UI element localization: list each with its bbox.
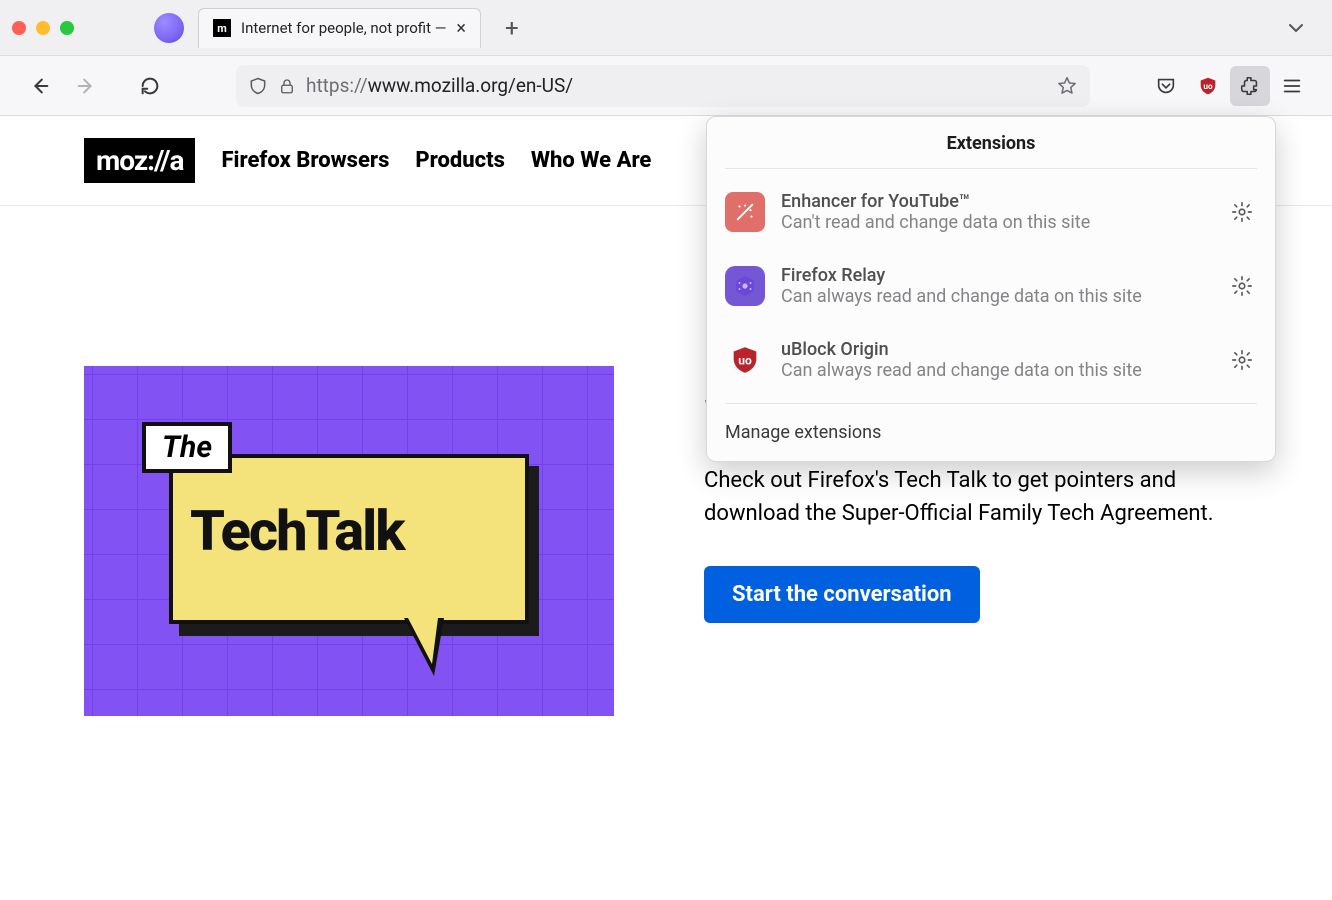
url-text: https://www.mozilla.org/en-US/	[306, 74, 573, 97]
app-menu-button[interactable]	[1272, 66, 1312, 106]
extension-row[interactable]: uo uBlock Origin Can always read and cha…	[725, 323, 1257, 397]
extension-row[interactable]: Firefox Relay Can always read and change…	[725, 249, 1257, 323]
lock-icon[interactable]	[278, 76, 296, 96]
svg-text:uo: uo	[738, 353, 752, 367]
bookmark-star-button[interactable]	[1056, 75, 1078, 97]
manage-extensions-link[interactable]: Manage extensions	[707, 404, 1275, 461]
extension-name: uBlock Origin	[781, 339, 1211, 360]
address-bar[interactable]: https://www.mozilla.org/en-US/	[236, 65, 1090, 107]
popover-title: Extensions	[725, 117, 1257, 169]
illustration-badge: The	[142, 422, 232, 473]
hero-cta-button[interactable]: Start the conversation	[704, 566, 980, 623]
extension-icon-ublock: uo	[725, 340, 765, 380]
forward-button[interactable]	[66, 66, 106, 106]
extension-icon-youtube	[725, 192, 765, 232]
extension-settings-button[interactable]	[1227, 345, 1257, 375]
nav-firefox-browsers[interactable]: Firefox Browsers	[221, 148, 389, 173]
extension-name: Enhancer for YouTube™	[781, 191, 1211, 212]
extension-row[interactable]: Enhancer for YouTube™ Can't read and cha…	[725, 175, 1257, 249]
tracking-protection-icon[interactable]	[248, 75, 268, 97]
reload-button[interactable]	[130, 66, 170, 106]
nav-who-we-are[interactable]: Who We Are	[531, 148, 652, 173]
tabs-overflow-button[interactable]	[1286, 18, 1320, 38]
mozilla-logo[interactable]: moz://a	[84, 138, 195, 183]
hero-body: Check out Firefox's Tech Talk to get poi…	[704, 464, 1234, 530]
window-title-bar: m Internet for people, not profit — × +	[0, 0, 1332, 56]
firefox-profile-icon[interactable]	[154, 13, 184, 43]
window-zoom-button[interactable]	[60, 21, 74, 35]
new-tab-button[interactable]: +	[505, 14, 519, 42]
tab-close-button[interactable]: ×	[456, 18, 466, 39]
extension-name: Firefox Relay	[781, 265, 1211, 286]
extension-settings-button[interactable]	[1227, 197, 1257, 227]
svg-text:uo: uo	[1203, 81, 1213, 91]
browser-tab[interactable]: m Internet for people, not profit — ×	[198, 8, 481, 48]
back-button[interactable]	[20, 66, 60, 106]
extension-desc: Can always read and change data on this …	[781, 360, 1211, 381]
illustration-title: TechTalk	[190, 498, 403, 564]
tab-favicon: m	[213, 19, 231, 37]
ublock-toolbar-icon[interactable]: uo	[1188, 66, 1228, 106]
nav-products[interactable]: Products	[415, 148, 505, 173]
extensions-button[interactable]	[1230, 66, 1270, 106]
window-minimize-button[interactable]	[36, 21, 50, 35]
extension-icon-relay	[725, 266, 765, 306]
tab-title: Internet for people, not profit —	[241, 19, 446, 37]
extension-desc: Can't read and change data on this site	[781, 212, 1211, 233]
browser-toolbar: https://www.mozilla.org/en-US/ uo	[0, 56, 1332, 116]
extension-settings-button[interactable]	[1227, 271, 1257, 301]
window-close-button[interactable]	[12, 21, 26, 35]
hero-illustration: TechTalk The	[84, 366, 614, 716]
extensions-popover: Extensions Enhancer for YouTube™ Can't r…	[706, 116, 1276, 462]
pocket-button[interactable]	[1146, 66, 1186, 106]
extension-desc: Can always read and change data on this …	[781, 286, 1211, 307]
